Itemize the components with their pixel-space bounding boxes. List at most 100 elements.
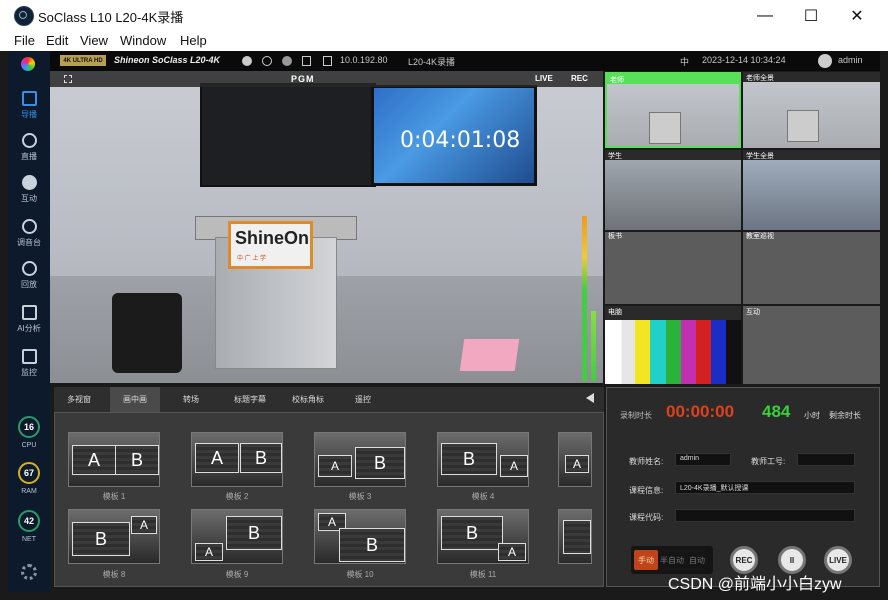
play-status-icon [262, 56, 272, 66]
mode-auto-button[interactable]: 自动 [689, 555, 705, 566]
record-time-label: 录制时长 [620, 411, 652, 420]
sidebar-item-monitor[interactable]: 监控 [8, 347, 50, 387]
template-4[interactable]: B A [437, 432, 529, 487]
ram-gauge: 67 [18, 462, 40, 484]
app-icon [14, 6, 34, 26]
tile-teacher[interactable]: 老师 [605, 72, 741, 148]
course-code-label: 课程代码: [629, 513, 664, 522]
layout-grid-icon[interactable] [64, 75, 72, 83]
color-bars [605, 320, 741, 384]
tab-logo[interactable]: 校标角标 [280, 387, 336, 412]
close-button[interactable]: ✕ [834, 0, 880, 31]
menu-window[interactable]: Window [120, 33, 166, 48]
mixer-icon [21, 219, 37, 234]
sidebar-item-director[interactable]: 导播 [8, 89, 50, 129]
user-name[interactable]: admin [838, 55, 863, 65]
language-toggle[interactable]: 中 [680, 55, 689, 68]
template-3-label: 模板 3 [348, 492, 372, 501]
brand-logo-icon [21, 57, 35, 71]
title-bar: SoClass L10 L20-4K录播 — ☐ ✕ [0, 0, 888, 31]
template-1[interactable]: A B [68, 432, 160, 487]
record-panel: 录制时长 00:00:00 484 小时 剩余时长 教师姓名: admin 教师… [606, 387, 880, 587]
minimize-button[interactable]: — [742, 0, 788, 31]
tile-teacher-podium [649, 112, 681, 144]
tile-label-teacher: 老师 [610, 77, 624, 84]
template-11[interactable]: B A [437, 509, 529, 564]
globe-icon [282, 56, 292, 66]
tile-student[interactable]: 学生 [605, 150, 741, 230]
record-time: 00:00:00 [666, 402, 735, 421]
menu-view[interactable]: View [80, 33, 108, 48]
course-info-field[interactable]: L20-4K录播_默认授课 [675, 481, 855, 494]
maximize-button[interactable]: ☐ [788, 0, 834, 31]
menu-file[interactable]: File [14, 33, 35, 48]
template-9[interactable]: B A [191, 509, 283, 564]
menu-edit[interactable]: Edit [46, 33, 68, 48]
course-info-label: 课程信息: [629, 486, 664, 495]
program-preview[interactable]: 0:04:01:08 ShineOn 中 广 上 学 [50, 71, 603, 383]
mode-semi-button[interactable]: 半自动 [660, 555, 684, 566]
tab-multiview[interactable]: 多视窗 [54, 387, 104, 412]
template-11-label: 模板 11 [469, 570, 497, 579]
template-10[interactable]: A B [314, 509, 406, 564]
template-5-partial[interactable]: A [558, 432, 592, 487]
tile-computer[interactable]: 电脑 [605, 306, 741, 384]
menu-bar: File Edit View Window Help [0, 31, 888, 51]
brand-name: Shineon SoClass L20-4K [114, 55, 221, 65]
audio-meter-left [582, 216, 587, 381]
tab-pip[interactable]: 画中画 [110, 387, 160, 412]
tab-subtitle[interactable]: 标题字幕 [222, 387, 278, 412]
ip-address: 10.0.192.80 [340, 55, 388, 65]
ai-icon [21, 305, 37, 320]
status-bar: 4K ULTRA HD Shineon SoClass L20-4K 10.0.… [50, 51, 880, 71]
tile-label-teacher-panorama: 老师全景 [746, 75, 774, 82]
teacher-id-field[interactable] [797, 453, 855, 466]
chair [112, 293, 182, 373]
tab-remote[interactable]: 遥控 [338, 387, 388, 412]
tile-teacher-panorama[interactable]: 老师全景 [743, 72, 880, 148]
net-gauge: 42 [18, 510, 40, 532]
tile-student-panorama[interactable]: 学生全景 [743, 150, 880, 230]
sidebar-item-ai[interactable]: AI分析 [8, 303, 50, 343]
template-8-label: 模板 8 [102, 570, 126, 579]
sidebar: 导播 直播 互动 调音台 回放 AI分析 监控 16 CPU 67 RAM 42… [8, 51, 50, 592]
template-4-label: 模板 4 [471, 492, 495, 501]
template-8[interactable]: B A [68, 509, 160, 564]
sidebar-item-live[interactable]: 直播 [8, 131, 50, 171]
menu-help[interactable]: Help [180, 33, 207, 48]
play-icon [21, 133, 37, 148]
ram-label: RAM [21, 488, 37, 495]
device-name: L20-4K录播 [408, 57, 456, 67]
tile-blackboard[interactable]: 板书 [605, 232, 741, 304]
template-9-label: 模板 9 [225, 570, 249, 579]
sidebar-item-interact[interactable]: 互动 [8, 173, 50, 213]
watermark: CSDN @前端小小白zyw [668, 576, 842, 593]
teacher-name-label: 教师姓名: [629, 457, 664, 466]
tab-transition[interactable]: 转场 [166, 387, 216, 412]
tile-label-patrol: 教室巡视 [746, 233, 774, 240]
live-indicator: LIVE [535, 74, 553, 83]
tile-label-blackboard: 板书 [608, 233, 622, 240]
tile-patrol[interactable]: 教室巡视 [743, 232, 880, 304]
program-header: PGM LIVE REC [50, 71, 603, 87]
teacher-name-field[interactable]: admin [675, 453, 731, 466]
tile-interaction[interactable]: 互动 [743, 306, 880, 384]
pink-paper [459, 339, 520, 371]
template-10-label: 模板 10 [346, 570, 374, 579]
sidebar-item-replay[interactable]: 回放 [8, 259, 50, 299]
podium-logo-board: ShineOn 中 广 上 学 [228, 221, 313, 269]
course-code-field[interactable] [675, 509, 855, 522]
template-3[interactable]: A B [314, 432, 406, 487]
template-2[interactable]: A B [191, 432, 283, 487]
podium-logo: ShineOn [235, 228, 310, 248]
volume-icon[interactable] [586, 393, 594, 403]
tile-label-interaction: 互动 [746, 309, 760, 316]
settings-gear-icon[interactable] [21, 564, 37, 580]
pip-template-panel: A B 模板 1 A B 模板 2 A B 模板 3 B A 模板 4 A B … [54, 412, 604, 587]
rec-indicator: REC [571, 74, 588, 83]
tab-bar: 多视窗 画中画 转场 标题字幕 校标角标 遥控 [54, 387, 604, 412]
tv-screen: 0:04:01:08 [371, 85, 537, 186]
template-12-partial[interactable] [558, 509, 592, 564]
sidebar-item-mixer[interactable]: 调音台 [8, 217, 50, 257]
mode-manual-button[interactable]: 手动 [634, 550, 658, 570]
